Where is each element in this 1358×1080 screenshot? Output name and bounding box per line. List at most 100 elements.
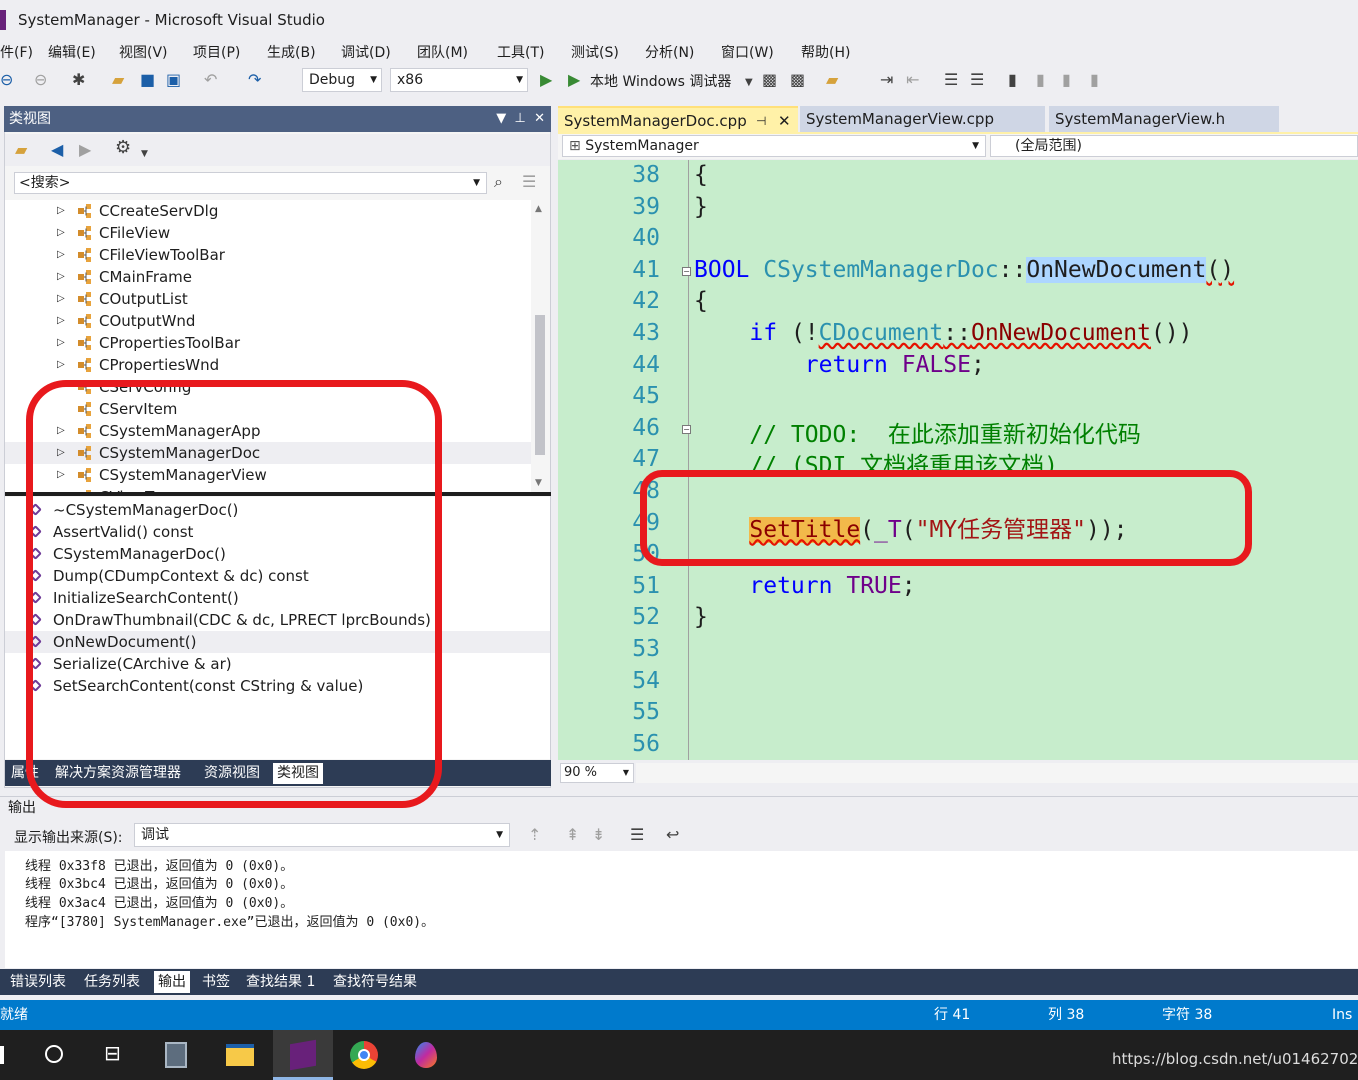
open-file-icon[interactable]: ▰ (112, 70, 124, 90)
class-search-input[interactable]: <搜索> ▼ (14, 172, 487, 194)
code-line[interactable]: return FALSE; (694, 352, 985, 378)
settings-dropdown-icon[interactable]: ▼ (141, 144, 148, 164)
forward-icon[interactable]: ▶ (79, 140, 91, 160)
debugger-dropdown-icon[interactable]: ▼ (745, 73, 753, 93)
expand-arrow-icon[interactable]: ▷ (57, 244, 65, 266)
calculator-app[interactable] (146, 1030, 206, 1080)
code-line[interactable]: return TRUE; (694, 573, 915, 599)
tab-task-list[interactable]: 任务列表 (80, 971, 144, 993)
project-scope-select[interactable]: ⊞ SystemManager ▼ (562, 135, 986, 157)
search-settings-icon[interactable]: ☰ (522, 172, 536, 191)
navigate-forward-icon[interactable]: ⊖ (34, 70, 47, 90)
file-explorer-app[interactable] (210, 1030, 270, 1080)
tab-error-list[interactable]: 错误列表 (6, 971, 70, 993)
class-tree-item[interactable]: ▷ CFileViewToolBar (5, 244, 531, 266)
tab-systemmanagerdoc-cpp[interactable]: SystemManagerDoc.cpp ⊣ ✕ (558, 106, 798, 132)
back-icon[interactable]: ◀ (51, 140, 63, 160)
member-scope-select[interactable]: (全局范围) (990, 135, 1358, 157)
panel-dropdown-icon[interactable]: ▼ (496, 111, 506, 126)
clear-bookmarks-icon[interactable]: ▮ (1090, 70, 1099, 90)
save-icon[interactable]: ■ (140, 70, 155, 90)
new-project-icon[interactable]: ✱ (72, 70, 85, 90)
menu-debug[interactable]: 调试(D) (341, 42, 391, 62)
word-wrap-icon[interactable]: ↩ (666, 825, 679, 845)
expand-arrow-icon[interactable]: ▷ (57, 200, 65, 222)
menu-window[interactable]: 窗口(W) (721, 42, 774, 62)
task-view-button[interactable]: ⊟ (84, 1030, 144, 1080)
undo-icon[interactable]: ↶ (204, 70, 217, 90)
output-source-select[interactable]: 调试 ▼ (134, 823, 510, 847)
outdent-icon[interactable]: ⇤ (906, 70, 919, 90)
redo-icon[interactable]: ↷ (248, 70, 261, 90)
tab-close-icon[interactable]: ✕ (778, 108, 791, 134)
class-tree-item[interactable]: ▷ CFileView (5, 222, 531, 244)
menu-team[interactable]: 团队(M) (417, 42, 468, 62)
code-line[interactable]: // TODO: 在此添加重新初始化代码 (694, 415, 1140, 449)
close-icon[interactable]: ✕ (534, 111, 545, 126)
visual-studio-app[interactable] (273, 1030, 333, 1080)
code-line[interactable]: if (!CDocument::OnNewDocument()) (694, 320, 1192, 346)
editor-horizontal-scrollbar[interactable] (636, 763, 1358, 783)
menu-file[interactable]: 件(F) (0, 42, 33, 62)
class-tree-item[interactable]: ▷ COutputWnd (5, 310, 531, 332)
next-bookmark-icon[interactable]: ▮ (1062, 70, 1071, 90)
output-text[interactable]: 线程 0x33f8 已退出，返回值为 0 (0x0)。 线程 0x3bc4 已退… (5, 851, 1358, 968)
expand-arrow-icon[interactable]: ▷ (57, 266, 65, 288)
chrome-app[interactable] (334, 1030, 394, 1080)
code-line[interactable]: { (694, 162, 708, 188)
paint-app[interactable] (396, 1030, 456, 1080)
tab-systemmanagerview-cpp[interactable]: SystemManagerView.cpp (800, 106, 1045, 132)
menu-edit[interactable]: 编辑(E) (48, 42, 96, 62)
code-line[interactable]: } (694, 604, 708, 630)
clear-all-icon[interactable]: ☰ (630, 825, 644, 845)
start-debug-icon[interactable]: ▶ (568, 70, 580, 90)
platform-select[interactable]: x86 ▼ (390, 68, 528, 92)
class-tree-item[interactable]: ▷ CMainFrame (5, 266, 531, 288)
comment-icon[interactable]: ☰ (944, 70, 958, 90)
expand-arrow-icon[interactable]: ▷ (57, 354, 65, 376)
start-debugger-button[interactable]: 本地 Windows 调试器 (590, 71, 731, 91)
prev-message-icon[interactable]: ⇞ (566, 825, 579, 845)
collapse-region-icon[interactable]: − (682, 424, 691, 434)
find-in-files-icon[interactable]: ▰ (826, 70, 838, 90)
menu-test[interactable]: 测试(S) (571, 42, 619, 62)
uncomment-icon[interactable]: ☰ (970, 70, 984, 90)
search-icon[interactable]: ⌕ (494, 172, 503, 192)
expand-arrow-icon[interactable]: ▷ (57, 332, 65, 354)
menu-view[interactable]: 视图(V) (119, 42, 168, 62)
collapse-region-icon[interactable]: − (682, 266, 691, 276)
new-folder-icon[interactable]: ▰ (15, 140, 27, 160)
bookmark-icon[interactable]: ▮ (1008, 70, 1017, 90)
search-dropdown-icon[interactable]: ▼ (473, 173, 480, 193)
class-tree-item[interactable]: ▷ CPropertiesWnd (5, 354, 531, 376)
tab-bookmarks[interactable]: 书签 (198, 971, 234, 993)
class-tree-item[interactable]: ▷ COutputList (5, 288, 531, 310)
tab-pin-icon[interactable]: ⊣ (756, 108, 766, 134)
prev-bookmark-icon[interactable]: ▮ (1036, 70, 1045, 90)
find-message-icon[interactable]: ⇡ (528, 825, 541, 845)
expand-arrow-icon[interactable]: ▷ (57, 288, 65, 310)
tab-systemmanagerview-h[interactable]: SystemManagerView.h (1049, 106, 1279, 132)
search-button[interactable] (24, 1030, 84, 1080)
scrollbar-thumb[interactable] (535, 315, 545, 455)
next-message-icon[interactable]: ⇟ (592, 825, 605, 845)
tab-output[interactable]: 输出 (154, 971, 190, 993)
class-tree-item[interactable]: ▷ CPropertiesToolBar (5, 332, 531, 354)
expand-arrow-icon[interactable]: ▷ (57, 310, 65, 332)
pin-icon[interactable]: ⊥ (515, 111, 526, 126)
save-all-icon[interactable]: ▣ (166, 70, 181, 90)
attach-process-icon[interactable]: ▩ (762, 70, 777, 90)
menu-help[interactable]: 帮助(H) (801, 42, 850, 62)
zoom-select[interactable]: 90 % ▼ (560, 763, 634, 783)
tab-find-symbol-results[interactable]: 查找符号结果 (329, 971, 421, 993)
expand-arrow-icon[interactable]: ▷ (57, 222, 65, 244)
solution-config-select[interactable]: Debug ▼ (302, 68, 382, 92)
class-tree-item[interactable]: ▷ CCreateServDlg (5, 200, 531, 222)
tab-find-results[interactable]: 查找结果 1 (242, 971, 319, 993)
indent-icon[interactable]: ⇥ (880, 70, 893, 90)
code-line[interactable]: } (694, 194, 708, 220)
menu-tools[interactable]: 工具(T) (497, 42, 544, 62)
navigate-back-icon[interactable]: ⊖ (0, 70, 13, 90)
code-line[interactable]: { (694, 288, 708, 314)
start-button[interactable] (0, 1030, 10, 1080)
